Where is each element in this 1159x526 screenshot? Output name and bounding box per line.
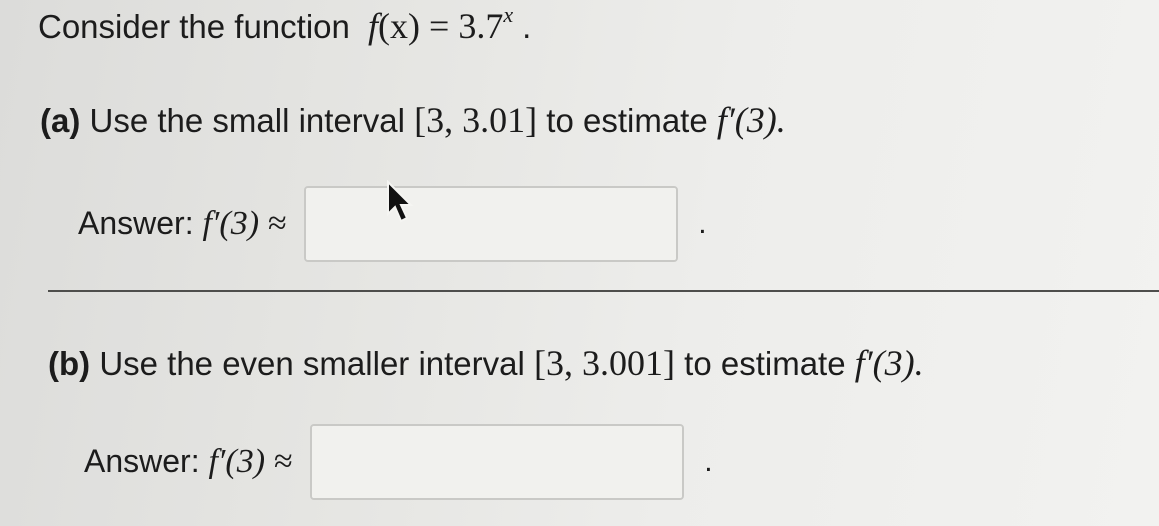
part-a-answer-period: . xyxy=(698,207,707,240)
part-b-answer-expr: f′(3) ≈ xyxy=(208,443,293,480)
part-b-answer-row: Answer: f′(3) ≈ Σ . xyxy=(84,424,713,500)
part-a-answer-expr: f′(3) ≈ xyxy=(202,205,287,242)
function-exponent: x xyxy=(503,2,514,27)
part-a-answer-box: Σ xyxy=(304,186,679,262)
function-name: f xyxy=(368,6,379,46)
part-b-answer-period: . xyxy=(704,445,713,478)
part-a-derivative: f′(3). xyxy=(716,100,786,140)
part-b-derivative: f′(3). xyxy=(854,343,924,383)
function-expression: f(x) = 3.7x xyxy=(359,4,522,47)
part-a-answer-label: Answer: f′(3) ≈ xyxy=(78,205,287,242)
part-b-question: (b) Use the even smaller interval [3, 3.… xyxy=(48,343,924,384)
part-b-answer-input[interactable] xyxy=(312,426,683,498)
mouse-cursor-icon xyxy=(387,180,414,223)
intro-text: Consider the function xyxy=(38,8,350,45)
part-a-label: (a) xyxy=(40,102,81,139)
part-b-answer-box: Σ xyxy=(310,424,685,500)
part-b-text: Use the even smaller interval xyxy=(99,345,525,382)
part-b-text2: to estimate xyxy=(684,345,846,382)
section-divider xyxy=(48,290,1159,292)
part-b-label: (b) xyxy=(48,345,91,382)
part-a-text2: to estimate xyxy=(546,102,708,139)
part-b-interval: [3, 3.001] xyxy=(534,343,675,383)
part-a-question: (a) Use the small interval [3, 3.01] to … xyxy=(40,100,786,141)
intro-line: Consider the function f(x) = 3.7x . xyxy=(38,4,532,47)
function-body: (x) = 3.7 xyxy=(378,6,504,46)
part-a-answer-input[interactable] xyxy=(306,188,677,260)
part-a-interval: [3, 3.01] xyxy=(414,100,538,140)
part-a-text: Use the small interval xyxy=(89,102,405,139)
intro-period: . xyxy=(522,8,532,45)
part-b-answer-label: Answer: f′(3) ≈ xyxy=(84,443,293,480)
